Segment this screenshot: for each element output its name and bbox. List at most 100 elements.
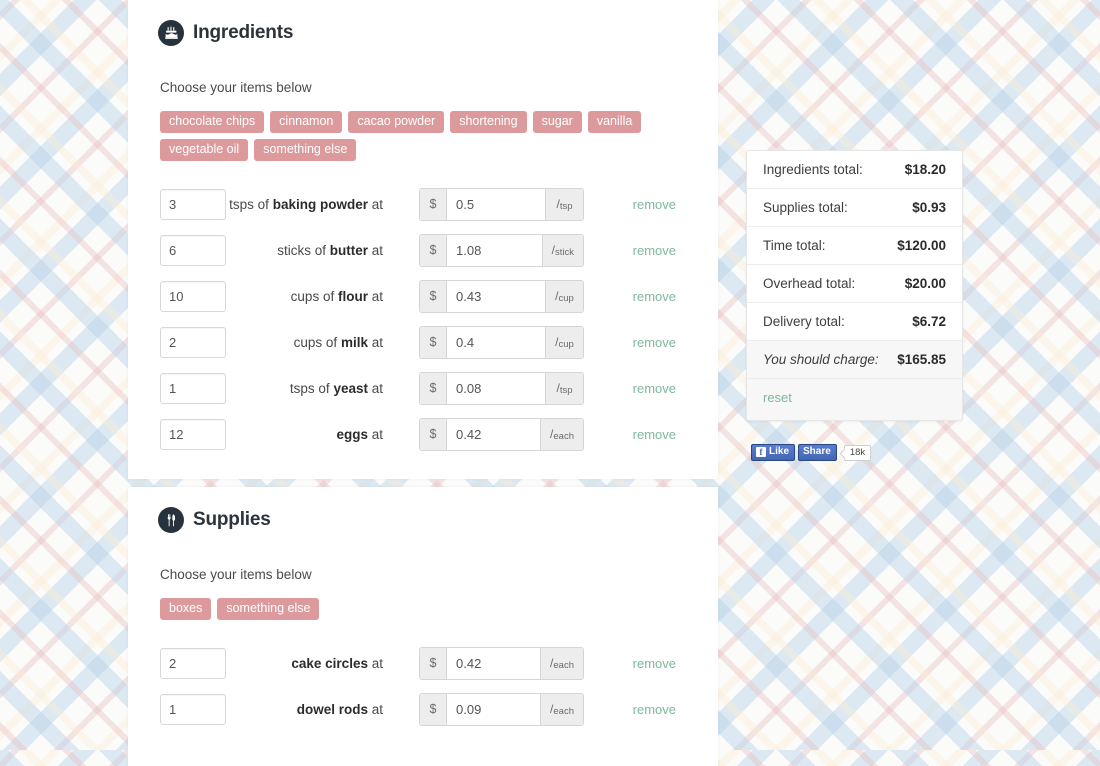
totals-row-supplies: Supplies total: $0.93 — [747, 189, 962, 227]
price-input-group: $ /cup — [419, 325, 584, 359]
ingredients-header: Ingredients — [144, 20, 702, 46]
price-input[interactable] — [447, 326, 545, 358]
totals-value: $0.93 — [912, 200, 946, 215]
table-row: tsps of yeast at $ /tsp remove — [144, 365, 702, 411]
totals-panel: Ingredients total: $18.20 Supplies total… — [746, 150, 963, 421]
totals-label: Delivery total: — [763, 314, 845, 329]
totals-label: Time total: — [763, 238, 826, 253]
quantity-input[interactable] — [160, 188, 226, 220]
ingredients-choose-label: Choose your items below — [160, 80, 312, 95]
unit-addon: / tsp — [545, 188, 583, 220]
price-input[interactable] — [447, 372, 545, 404]
tag-cacao-powder[interactable]: cacao powder — [348, 111, 445, 134]
price-input-group: $ /each — [419, 417, 584, 451]
supplies-header: Supplies — [144, 507, 702, 534]
table-row: dowel rods at $ /each remove — [144, 686, 702, 732]
supplies-title: Supplies — [193, 509, 271, 531]
unit-addon: / each — [540, 418, 583, 450]
facebook-logo-icon: f — [756, 447, 766, 457]
facebook-social-widget: f Like Share 18k — [751, 444, 872, 461]
table-row: eggs at $ /each remove — [144, 411, 702, 457]
currency-addon: $ — [420, 693, 447, 725]
facebook-like-count: 18k — [843, 444, 872, 461]
currency-addon: $ — [420, 647, 447, 679]
totals-row-ingredients: Ingredients total: $18.20 — [747, 151, 962, 189]
remove-cell: remove — [584, 197, 702, 212]
remove-link[interactable]: remove — [633, 197, 702, 212]
totals-row-time: Time total: $120.00 — [747, 227, 962, 265]
item-label: sticks of butter at — [277, 242, 383, 258]
tag-vegetable-oil[interactable]: vegetable oil — [160, 139, 249, 162]
price-input-group: $ /tsp — [419, 371, 584, 405]
price-input[interactable] — [447, 188, 545, 220]
price-input[interactable] — [447, 647, 541, 679]
unit-addon: / tsp — [545, 372, 583, 404]
tag-shortening[interactable]: shortening — [450, 111, 527, 134]
totals-value: $18.20 — [904, 162, 946, 177]
facebook-share-label: Share — [803, 446, 831, 457]
totals-final-label: You should charge: — [763, 352, 879, 367]
tag-cinnamon[interactable]: cinnamon — [270, 111, 343, 134]
currency-addon: $ — [420, 418, 447, 450]
totals-value: $6.72 — [912, 314, 946, 329]
table-row: tsps of baking powder at $ /tsp remove — [144, 181, 702, 227]
facebook-like-label: Like — [769, 446, 790, 457]
price-input-group: $ /cup — [419, 279, 584, 313]
currency-addon: $ — [420, 280, 447, 312]
quantity-input[interactable] — [160, 326, 226, 358]
remove-link[interactable]: remove — [633, 289, 702, 304]
price-input[interactable] — [447, 234, 542, 266]
unit-addon: / each — [540, 693, 583, 725]
quantity-input[interactable] — [160, 234, 226, 266]
remove-cell: remove — [584, 656, 702, 671]
price-input-group: $ /each — [419, 692, 584, 726]
remove-link[interactable]: remove — [633, 381, 702, 396]
item-label: tsps of baking powder at — [229, 196, 383, 212]
tag-sugar[interactable]: sugar — [532, 111, 582, 134]
quantity-input[interactable] — [160, 693, 226, 725]
item-label: tsps of yeast at — [289, 380, 383, 396]
supplies-choose-label: Choose your items below — [160, 567, 312, 583]
tag-boxes[interactable]: boxes — [160, 598, 212, 621]
item-label: cups of milk at — [293, 334, 383, 350]
tag-chocolate-chips[interactable]: chocolate chips — [160, 111, 265, 134]
facebook-share-button[interactable]: Share — [798, 444, 837, 461]
tag-something-else[interactable]: something else — [254, 139, 357, 162]
remove-link[interactable]: remove — [633, 656, 702, 671]
price-input[interactable] — [447, 280, 545, 312]
price-input-group: $ /stick — [419, 233, 584, 267]
totals-final-value: $165.85 — [897, 352, 946, 367]
remove-link[interactable]: remove — [633, 243, 702, 258]
totals-row-final: You should charge: $165.85 — [747, 341, 962, 379]
currency-addon: $ — [420, 326, 447, 358]
totals-reset-row: reset — [747, 379, 962, 420]
reset-link[interactable]: reset — [763, 390, 792, 405]
remove-link[interactable]: remove — [633, 427, 702, 442]
item-label: cake circles at — [291, 655, 383, 671]
unit-addon: / cup — [545, 280, 583, 312]
table-row: sticks of butter at $ /stick remove — [144, 227, 702, 273]
facebook-like-button[interactable]: f Like — [751, 444, 796, 461]
item-label: cups of flour at — [290, 288, 383, 304]
remove-link[interactable]: remove — [633, 702, 702, 717]
price-input[interactable] — [447, 418, 541, 450]
ingredients-tag-list: chocolate chips cinnamon cacao powder sh… — [144, 111, 674, 162]
price-input[interactable] — [447, 693, 541, 725]
totals-value: $20.00 — [904, 276, 946, 291]
price-input-group: $ /tsp — [419, 187, 584, 221]
item-label: dowel rods at — [296, 701, 383, 717]
remove-cell: remove — [584, 243, 702, 258]
remove-cell: remove — [584, 702, 702, 717]
quantity-input[interactable] — [160, 280, 226, 312]
tag-vanilla[interactable]: vanilla — [587, 111, 642, 134]
totals-label: Ingredients total: — [763, 162, 863, 177]
totals-row-overhead: Overhead total: $20.00 — [747, 265, 962, 303]
remove-link[interactable]: remove — [633, 335, 702, 350]
main-column: Ingredients Choose your items below choc… — [128, 0, 718, 766]
quantity-input[interactable] — [160, 647, 226, 679]
remove-cell: remove — [584, 289, 702, 304]
remove-cell: remove — [584, 335, 702, 350]
quantity-input[interactable] — [160, 418, 226, 450]
tag-something-else[interactable]: something else — [217, 598, 320, 621]
quantity-input[interactable] — [160, 372, 226, 404]
